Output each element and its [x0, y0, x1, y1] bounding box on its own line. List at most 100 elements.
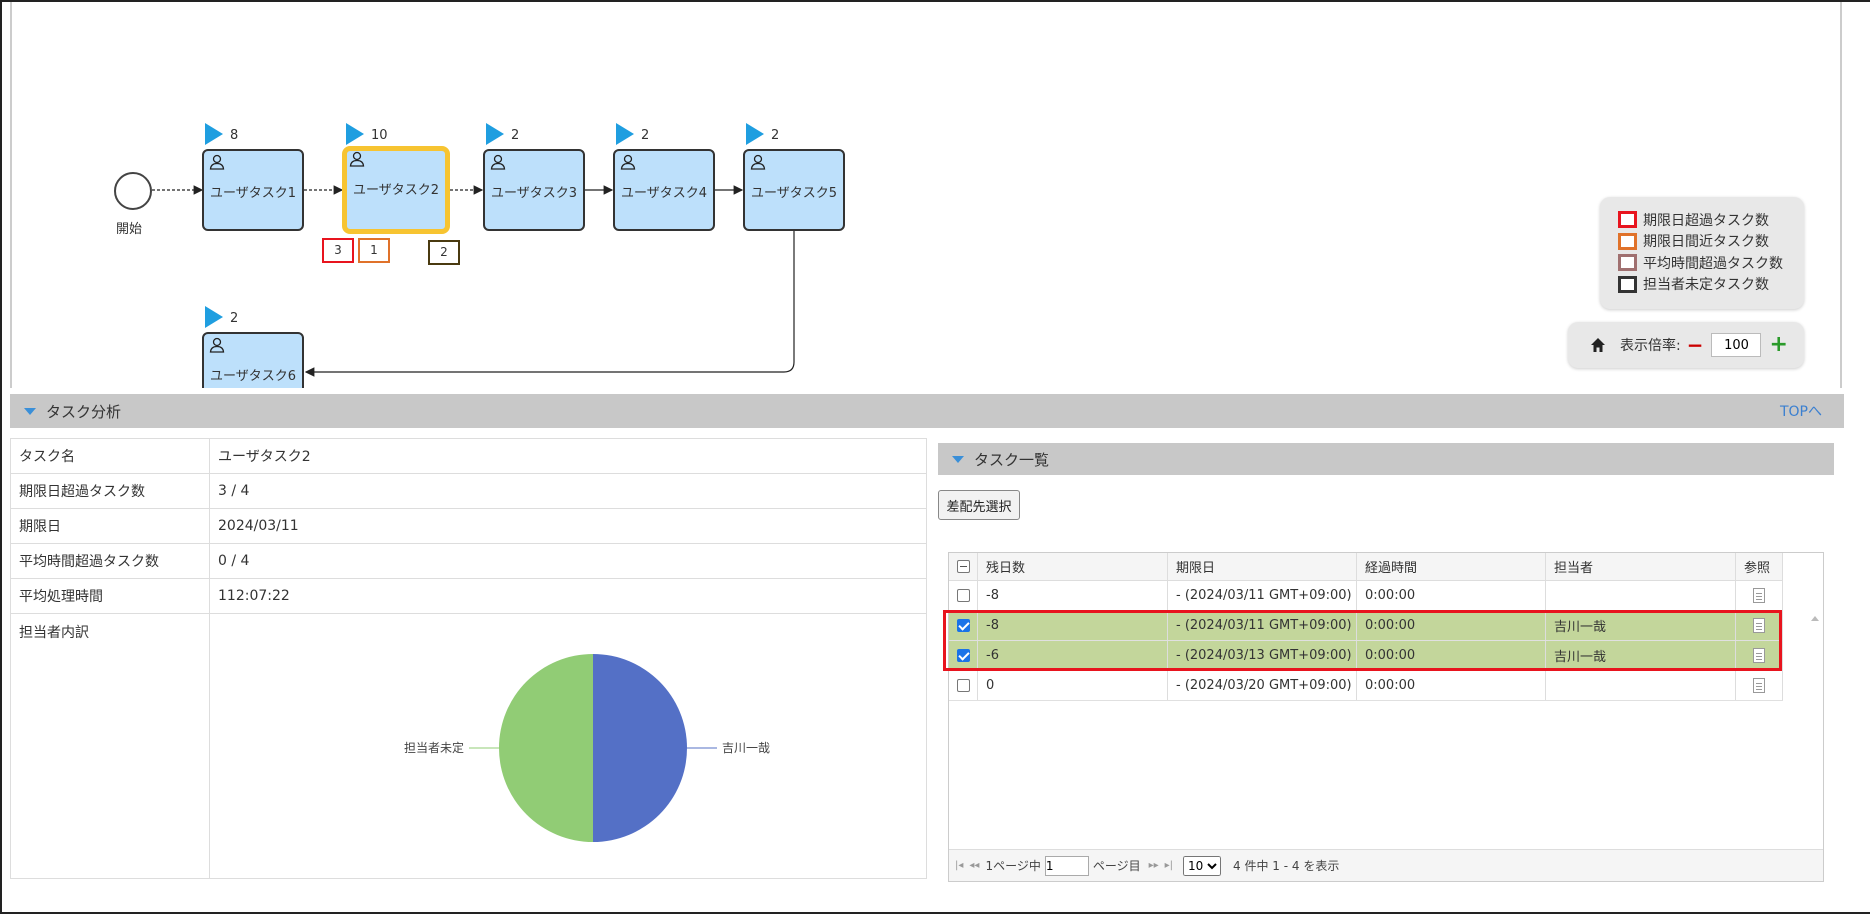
start-event[interactable]	[114, 172, 152, 210]
legend-panel: 期限日超過タスク数 期限日間近タスク数 平均時間超過タスク数 担当者未定タスク数	[1600, 197, 1804, 309]
task-label: ユーザタスク3	[490, 186, 577, 201]
row-checkbox[interactable]	[957, 649, 970, 662]
legend-item: 担当者未定タスク数	[1618, 274, 1804, 296]
next-page-icon[interactable]: ▸▸	[1149, 860, 1159, 871]
zoom-label: 表示倍率:	[1620, 338, 1681, 354]
table-row[interactable]: -6- (2024/03/13 GMT+09:00) 0:00:00 吉川一哉	[949, 641, 1783, 671]
document-icon[interactable]	[1753, 618, 1765, 633]
info-key: タスク名	[10, 438, 210, 474]
row-checkbox[interactable]	[957, 679, 970, 692]
task-count: 10	[371, 128, 388, 143]
reference-cell[interactable]	[1736, 581, 1783, 610]
header-select-all[interactable]	[949, 553, 978, 580]
legend-item: 期限日間近タスク数	[1618, 231, 1804, 253]
pie-label: 吉川一哉	[722, 740, 770, 755]
zoom-input[interactable]	[1711, 333, 1762, 357]
table-cell: 0:00:00	[1357, 671, 1546, 700]
table-cell: 吉川一哉	[1546, 641, 1736, 670]
zoom-out-icon[interactable]: −	[1687, 335, 1704, 355]
table-cell	[1546, 581, 1736, 610]
legend-swatch	[1618, 275, 1637, 293]
user-icon	[349, 151, 365, 167]
legend-label: 担当者未定タスク数	[1643, 277, 1769, 294]
info-key: 平均処理時間	[10, 578, 210, 614]
flag-icon	[205, 123, 223, 145]
table-row[interactable]: 0- (2024/03/20 GMT+09:00) 0:00:00	[949, 671, 1783, 701]
table-cell: 0:00:00	[1357, 611, 1546, 640]
page-size-select[interactable]: 10	[1183, 855, 1222, 876]
flag-icon	[205, 306, 223, 328]
info-value: 3 / 4	[209, 473, 927, 509]
flag-icon	[486, 123, 504, 145]
pie-slice[interactable]	[499, 654, 593, 842]
first-page-icon[interactable]: |◂	[955, 860, 963, 871]
info-value: 2024/03/11	[209, 508, 927, 544]
row-select-cell[interactable]	[949, 611, 978, 640]
info-row: 期限日 2024/03/11	[10, 508, 927, 544]
page-input[interactable]	[1044, 855, 1089, 876]
column-header[interactable]: 経過時間	[1357, 553, 1546, 580]
row-select-cell[interactable]	[949, 581, 978, 610]
task-label: ユーザタスク5	[750, 186, 837, 201]
flag-icon	[746, 123, 764, 145]
info-row: 期限日超過タスク数 3 / 4	[10, 473, 927, 509]
flag-icon	[346, 123, 364, 145]
reference-cell[interactable]	[1736, 611, 1783, 640]
task-node-1[interactable]: ユーザタスク1	[202, 149, 304, 231]
collapse-arrow-icon[interactable]	[24, 407, 36, 415]
select-all-checkbox[interactable]	[957, 560, 970, 573]
info-row: 平均処理時間 112:07:22	[10, 578, 927, 614]
prev-page-icon[interactable]: ◂◂	[969, 860, 979, 871]
home-icon[interactable]	[1590, 337, 1606, 353]
task-node-6[interactable]: ユーザタスク6	[202, 332, 304, 388]
process-diagram[interactable]: 開始 8 ユーザタスク1 10 ユーザタスク2 3 1 2 2 ユーザタスク3 …	[10, 2, 1842, 388]
table-row[interactable]: -8- (2024/03/11 GMT+09:00) 0:00:00 吉川一哉	[949, 611, 1783, 641]
row-checkbox[interactable]	[957, 589, 970, 602]
column-header[interactable]: 期限日	[1168, 553, 1357, 580]
user-icon	[620, 154, 636, 170]
reference-cell[interactable]	[1736, 671, 1783, 700]
table-row[interactable]: -8- (2024/03/11 GMT+09:00) 0:00:00	[949, 581, 1783, 611]
table-cell: -8	[978, 611, 1168, 640]
reference-cell[interactable]	[1736, 641, 1783, 670]
assign-select-button[interactable]: 差配先選択	[938, 490, 1020, 520]
row-checkbox[interactable]	[957, 619, 970, 632]
table-cell: 吉川一哉	[1546, 611, 1736, 640]
task-node-4[interactable]: ユーザタスク4	[613, 149, 715, 231]
assignee-pie-chart[interactable]: 吉川一哉 担当者未定	[218, 622, 935, 877]
user-icon	[750, 154, 766, 170]
grid-scrollbar[interactable]	[1807, 581, 1823, 869]
column-header[interactable]: 担当者	[1546, 553, 1736, 580]
task-node-2[interactable]: ユーザタスク2	[342, 146, 450, 234]
table-cell: -8	[978, 581, 1168, 610]
legend-label: 平均時間超過タスク数	[1643, 255, 1783, 272]
table-cell: - (2024/03/20 GMT+09:00)	[1168, 671, 1357, 700]
pager-suffix: ページ目	[1092, 859, 1141, 873]
pie-slice[interactable]	[593, 654, 687, 842]
zoom-in-icon[interactable]: +	[1769, 334, 1787, 356]
user-icon	[209, 154, 225, 170]
task-node-5[interactable]: ユーザタスク5	[743, 149, 845, 231]
document-icon[interactable]	[1753, 678, 1765, 693]
column-header[interactable]: 残日数	[978, 553, 1168, 580]
task-list-header[interactable]: タスク一覧	[938, 443, 1834, 475]
task-node-3[interactable]: ユーザタスク3	[483, 149, 585, 231]
collapse-arrow-icon[interactable]	[952, 455, 964, 463]
grid-header: 残日数 期限日 経過時間 担当者 参照	[949, 553, 1783, 581]
overdue-badge[interactable]: 3	[322, 238, 354, 263]
info-row: 平均時間超過タスク数 0 / 4	[10, 543, 927, 579]
top-link[interactable]: TOPへ	[1780, 401, 1822, 421]
unassigned-badge[interactable]: 2	[428, 240, 460, 265]
near-due-badge[interactable]: 1	[358, 238, 390, 263]
row-select-cell[interactable]	[949, 641, 978, 670]
task-count: 2	[230, 311, 239, 326]
document-icon[interactable]	[1753, 648, 1765, 663]
task-label: ユーザタスク6	[209, 369, 296, 384]
info-key: 期限日超過タスク数	[10, 473, 210, 509]
row-select-cell[interactable]	[949, 671, 978, 700]
analysis-section-header[interactable]: タスク分析 TOPへ	[10, 394, 1844, 428]
last-page-icon[interactable]: ▸|	[1165, 860, 1173, 871]
document-icon[interactable]	[1753, 588, 1765, 603]
grid-pager: |◂ ◂◂ 1ページ中 ページ目 ▸▸ ▸| 10 4 件中 1 - 4 を表示	[949, 849, 1823, 881]
task-label: ユーザタスク1	[209, 186, 296, 201]
